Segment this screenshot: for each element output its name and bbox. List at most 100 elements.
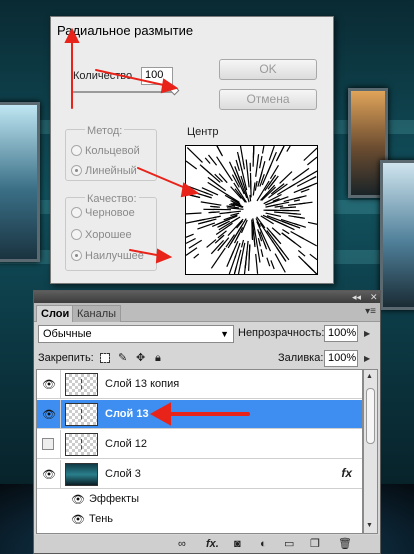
radio-unchecked-icon (71, 145, 82, 156)
effects-label: Эффекты (89, 493, 140, 505)
blur-streak (185, 193, 200, 198)
radial-blur-dialog: Радиальное размытие Количество 100 OK От… (50, 16, 334, 284)
effect-item-label: Тень (89, 513, 114, 525)
quality-option-good[interactable]: Хорошее (71, 229, 132, 241)
layer-row[interactable]: 👁︎ ¦ Слой 13 копия (37, 370, 362, 399)
tab-layers[interactable]: Слои (36, 305, 75, 322)
blur-streak (298, 235, 317, 247)
ok-button[interactable]: OK (219, 59, 317, 80)
lock-transparency-icon[interactable] (100, 353, 110, 363)
blur-streak (260, 249, 264, 258)
eye-icon[interactable]: 👁︎ (42, 378, 56, 391)
fill-field[interactable]: 100% (324, 350, 358, 367)
figure-icon: ¦ (80, 408, 83, 420)
blur-streak (292, 167, 310, 181)
fill-label: Заливка: (278, 352, 324, 364)
layer-row[interactable]: 👁︎ Слой 3 fx (37, 460, 362, 489)
blur-streak (210, 259, 218, 269)
visibility-cell[interactable]: 👁︎ (37, 460, 61, 489)
cancel-button[interactable]: Отмена (219, 89, 317, 110)
fx-icon[interactable]: fx (341, 466, 352, 480)
eye-icon[interactable]: 👁︎ (42, 408, 56, 421)
amount-input[interactable]: 100 (141, 67, 173, 85)
blur-center-preview[interactable] (185, 145, 318, 275)
layer-row[interactable]: ¦ Слой 12 (37, 430, 362, 459)
blur-streak (227, 210, 241, 214)
lock-move-icon[interactable]: ✥ (136, 352, 145, 364)
fill-dropdown-icon[interactable]: ▶ (364, 354, 370, 363)
quality-option-best-label: Наилучшее (85, 250, 144, 262)
opacity-label: Непрозрачность: (238, 327, 325, 339)
panel-tabs: Слои Каналы (34, 303, 380, 322)
lock-all-icon[interactable]: 🔒︎ (155, 352, 161, 364)
layer-name[interactable]: Слой 13 (105, 408, 149, 420)
bg-photo-frame-right-far (380, 160, 414, 310)
blur-streak (185, 247, 198, 256)
close-panel-icon[interactable]: ✕ (370, 292, 378, 302)
eye-icon[interactable]: 👁︎ (42, 468, 56, 481)
quality-option-draft-label: Черновое (85, 207, 135, 219)
new-layer-icon[interactable]: ❐ (310, 538, 320, 550)
method-option-zoom[interactable]: Линейный (71, 165, 137, 177)
lock-brush-icon[interactable]: ✎ (118, 352, 127, 364)
collapse-panel-icon[interactable]: ◂◂ (352, 292, 361, 302)
blur-streak (237, 257, 243, 275)
layer-row-selected[interactable]: 👁︎ ¦ Слой 13 (37, 400, 362, 429)
blur-streak (185, 212, 202, 215)
blur-streak (255, 154, 260, 177)
tab-channels[interactable]: Каналы (72, 305, 122, 322)
layer-name[interactable]: Слой 3 (105, 468, 141, 480)
blur-streak (274, 253, 286, 273)
quality-option-draft[interactable]: Черновое (71, 207, 135, 219)
eye-icon[interactable]: 👁︎ (71, 513, 85, 526)
eye-icon[interactable]: 👁︎ (71, 493, 85, 506)
panel-title-bar[interactable]: ◂◂ ✕ (34, 291, 380, 303)
bg-photo-frame-left (0, 102, 40, 262)
blur-streak (204, 157, 211, 164)
blur-streak (255, 253, 259, 274)
blur-streak (233, 266, 237, 275)
adjustment-layer-icon[interactable]: ◐ (260, 538, 267, 550)
blur-streak (293, 213, 302, 215)
opacity-field[interactable]: 100% (324, 325, 358, 342)
blur-streak (298, 255, 314, 271)
amount-slider-thumb[interactable] (169, 85, 180, 96)
panel-menu-icon[interactable]: ▾≡ (365, 306, 376, 317)
blur-streak (271, 227, 281, 236)
link-layers-icon[interactable]: ∞ (178, 538, 186, 550)
layer-name[interactable]: Слой 12 (105, 438, 147, 450)
visibility-cell[interactable]: 👁︎ (37, 370, 61, 399)
blur-streak (309, 253, 318, 261)
amount-slider-track[interactable] (73, 91, 175, 93)
quality-option-best[interactable]: Наилучшее (71, 250, 144, 262)
layers-scrollbar[interactable]: ▲ ▼ (363, 369, 378, 534)
blur-streak (259, 155, 263, 169)
visibility-cell[interactable]: 👁︎ (37, 400, 61, 429)
effects-row[interactable]: 👁︎ Эффекты (37, 490, 362, 509)
delete-layer-icon[interactable]: 🗑︎ (338, 538, 352, 550)
chevron-down-icon: ▼ (220, 329, 229, 339)
scroll-up-icon[interactable]: ▲ (366, 373, 373, 380)
scroll-thumb[interactable] (366, 388, 375, 444)
scroll-down-icon[interactable]: ▼ (366, 522, 373, 529)
layer-name[interactable]: Слой 13 копия (105, 378, 179, 390)
blur-streak (186, 147, 203, 163)
radio-unchecked-icon (71, 207, 82, 218)
method-option-spin[interactable]: Кольцевой (71, 145, 140, 157)
blend-mode-select[interactable]: Обычные ▼ (38, 325, 234, 343)
add-mask-icon[interactable]: ◙ (234, 538, 241, 550)
layer-thumbnail: ¦ (65, 433, 98, 456)
opacity-dropdown-icon[interactable]: ▶ (364, 329, 370, 338)
add-layer-style-icon[interactable]: fx. (206, 538, 219, 550)
new-group-icon[interactable]: ▭ (284, 538, 294, 550)
blur-streak (306, 170, 318, 178)
hidden-visibility-box[interactable] (42, 438, 54, 450)
blur-streak (270, 260, 275, 270)
method-label: Метод: (85, 125, 125, 137)
blur-streak (307, 221, 318, 225)
visibility-cell[interactable] (37, 430, 61, 459)
blur-streak (261, 145, 265, 154)
effect-item-row[interactable]: 👁︎ Тень (37, 510, 362, 529)
layer-thumbnail (65, 463, 98, 486)
blur-streak (297, 195, 307, 199)
